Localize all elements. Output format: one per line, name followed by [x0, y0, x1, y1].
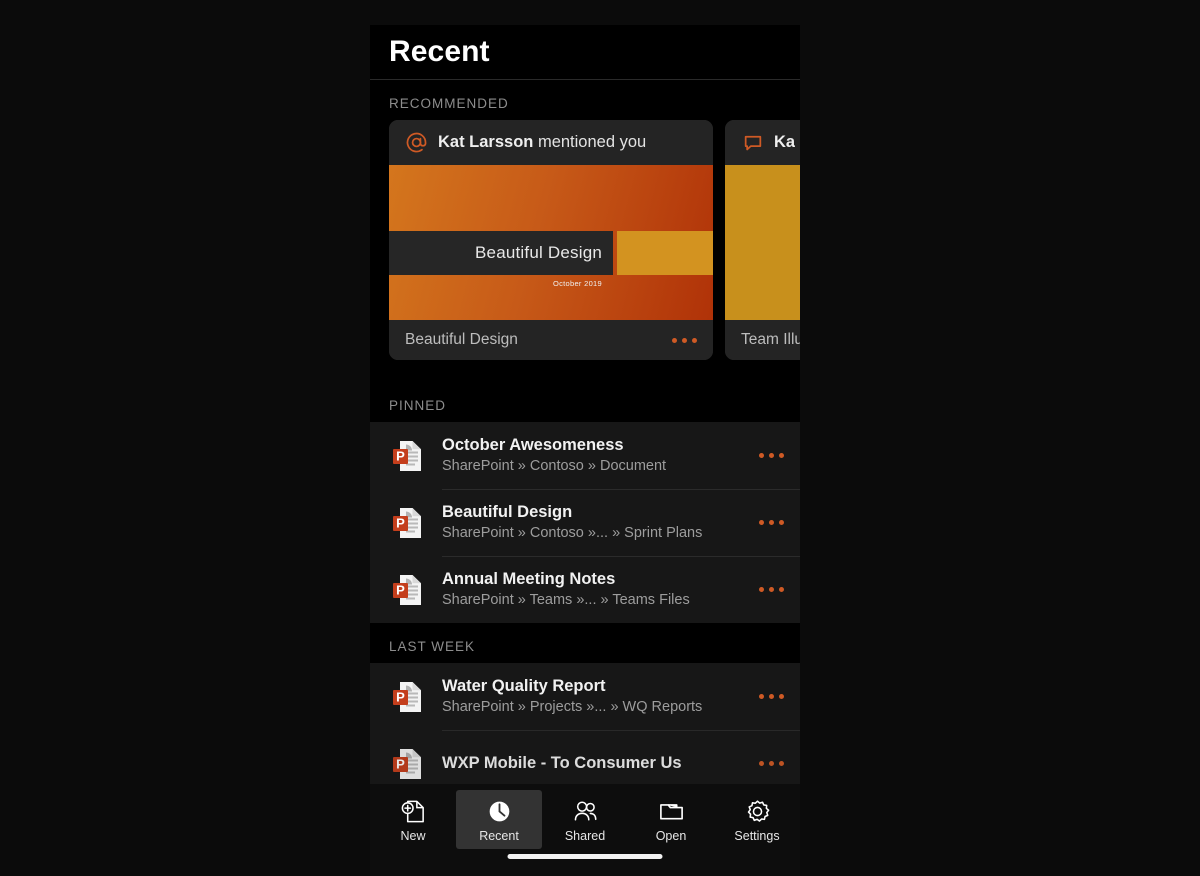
- card-file-name: Beautiful Design: [405, 331, 518, 348]
- card-mention-author: Kat Larsson: [438, 133, 534, 151]
- svg-text:P: P: [396, 582, 405, 597]
- list-item-text: Beautiful Design SharePoint » Contoso ».…: [442, 502, 759, 544]
- card-thumbnail[interactable]: Beautiful Design October 2019: [389, 165, 713, 320]
- powerpoint-file-icon: P: [389, 438, 425, 474]
- file-path: SharePoint » Projects »... » WQ Reports: [442, 699, 703, 716]
- card-header-text: Kat Larsson mentioned you: [438, 133, 646, 152]
- app-header: Recent: [370, 25, 800, 80]
- tab-new[interactable]: New: [370, 790, 456, 849]
- file-name: Beautiful Design: [442, 502, 573, 521]
- powerpoint-file-icon: P: [389, 679, 425, 715]
- file-path: SharePoint » Contoso »... » Sprint Plans: [442, 525, 703, 542]
- row-more-button[interactable]: [759, 694, 784, 699]
- row-more-button[interactable]: [759, 520, 784, 525]
- recommended-card[interactable]: Ka Team Illu: [725, 120, 800, 360]
- thumbnail-title: Beautiful Design: [475, 243, 602, 262]
- list-item[interactable]: P Annual Meeting Notes SharePoint » Team…: [370, 556, 800, 623]
- people-icon: [570, 796, 600, 826]
- list-item-text: Annual Meeting Notes SharePoint » Teams …: [442, 569, 759, 611]
- last-week-file-list: P Water Quality Report SharePoint » Proj…: [370, 663, 800, 797]
- powerpoint-file-icon: P: [389, 572, 425, 608]
- list-item-text: WXP Mobile - To Consumer Us: [442, 753, 759, 774]
- screenshot-canvas: Recent RECOMMENDED Kat Larsson mentioned…: [0, 0, 1200, 876]
- thumbnail-date: October 2019: [552, 279, 602, 288]
- tab-label: Settings: [734, 829, 780, 843]
- list-item-text: Water Quality Report SharePoint » Projec…: [442, 676, 759, 718]
- svg-text:P: P: [396, 689, 405, 704]
- file-name: Water Quality Report: [442, 676, 606, 695]
- gear-icon: [742, 796, 772, 826]
- card-footer: Team Illu: [725, 320, 800, 360]
- comment-bubble-icon: [741, 131, 764, 154]
- tab-label: Shared: [564, 829, 606, 843]
- row-more-button[interactable]: [759, 453, 784, 458]
- powerpoint-file-icon: P: [389, 746, 425, 782]
- tab-recent[interactable]: Recent: [456, 790, 542, 849]
- card-header: Ka: [725, 120, 800, 165]
- section-header-recommended: RECOMMENDED: [370, 80, 800, 120]
- carousel-spacer: [370, 360, 800, 382]
- tab-label: New: [400, 829, 426, 843]
- tab-shared[interactable]: Shared: [542, 790, 628, 849]
- svg-text:P: P: [396, 448, 405, 463]
- card-mention-author: Ka: [774, 133, 796, 151]
- recommended-card[interactable]: Kat Larsson mentioned you Beautiful Desi…: [389, 120, 713, 360]
- section-header-last-week: LAST WEEK: [370, 623, 800, 663]
- new-document-icon: [398, 796, 428, 826]
- list-item[interactable]: P Beautiful Design SharePoint » Contoso …: [370, 489, 800, 556]
- file-name: Annual Meeting Notes: [442, 569, 616, 588]
- bottom-navigation-bar: New Recent Shared Open Settings: [370, 784, 800, 876]
- card-footer: Beautiful Design: [389, 320, 713, 360]
- tab-label: Recent: [479, 829, 519, 843]
- pinned-file-list: P October Awesomeness SharePoint » Conto…: [370, 422, 800, 623]
- section-header-pinned: PINNED: [370, 382, 800, 422]
- list-item-text: October Awesomeness SharePoint » Contoso…: [442, 435, 759, 477]
- file-path: SharePoint » Teams »... » Teams Files: [442, 592, 690, 609]
- thumbnail-gold-accent: [617, 231, 713, 275]
- card-file-name: Team Illu: [741, 331, 800, 348]
- card-header-text: Ka: [774, 133, 795, 152]
- list-item[interactable]: P October Awesomeness SharePoint » Conto…: [370, 422, 800, 489]
- svg-text:P: P: [396, 756, 405, 771]
- tab-label: Open: [655, 829, 687, 843]
- card-mention-action: mentioned you: [533, 133, 647, 151]
- file-path: SharePoint » Contoso » Document: [442, 458, 667, 475]
- page-title: Recent: [389, 35, 490, 68]
- tab-open[interactable]: Open: [628, 790, 714, 849]
- card-more-button[interactable]: [672, 337, 697, 343]
- thumbnail-title-band: Beautiful Design: [389, 231, 613, 275]
- folder-icon: [656, 796, 686, 826]
- file-name: WXP Mobile - To Consumer Us: [442, 753, 682, 772]
- powerpoint-file-icon: P: [389, 505, 425, 541]
- tab-settings[interactable]: Settings: [714, 790, 800, 849]
- card-header: Kat Larsson mentioned you: [389, 120, 713, 165]
- phone-screen: Recent RECOMMENDED Kat Larsson mentioned…: [370, 25, 800, 876]
- list-item[interactable]: P Water Quality Report SharePoint » Proj…: [370, 663, 800, 730]
- home-indicator[interactable]: [507, 854, 663, 859]
- recommended-carousel[interactable]: Kat Larsson mentioned you Beautiful Desi…: [370, 120, 800, 360]
- svg-text:P: P: [396, 515, 405, 530]
- clock-icon: [484, 796, 514, 826]
- row-more-button[interactable]: [759, 587, 784, 592]
- file-name: October Awesomeness: [442, 435, 624, 454]
- card-thumbnail[interactable]: [725, 165, 800, 320]
- at-mention-icon: [405, 131, 428, 154]
- row-more-button[interactable]: [759, 761, 784, 766]
